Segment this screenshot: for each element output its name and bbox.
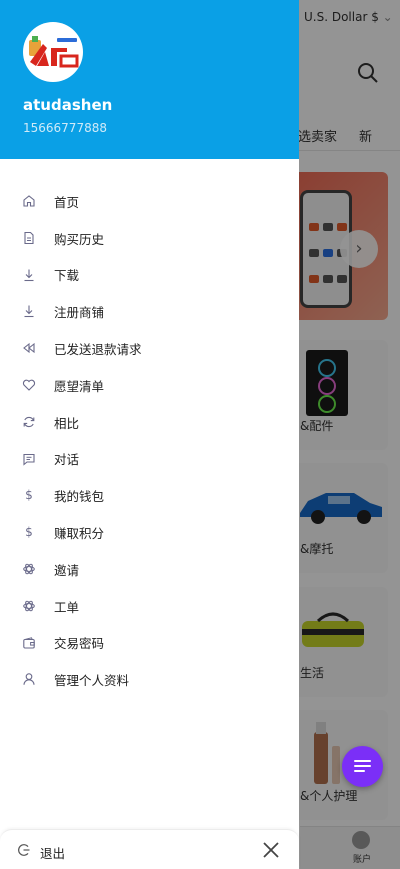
menu-item-label: 邀请 [54,562,80,578]
dollar-icon: $ [25,488,33,503]
menu-item-label: 购买历史 [54,231,105,247]
menu-item-tickets[interactable]: 工单 [0,588,299,625]
phone-number: 15666777888 [23,121,107,135]
home-icon [22,194,36,208]
menu-item-purchase-history[interactable]: 购买历史 [0,220,299,257]
menu-item-home[interactable]: 首页 [0,183,299,220]
menu-item-transaction-password[interactable]: 交易密码 [0,625,299,662]
menu-item-wallet[interactable]: $ 我的钱包 [0,477,299,514]
menu-item-label: 赚取积分 [54,526,105,542]
drawer-footer: 退出 [0,829,299,869]
store-logo [23,22,83,82]
menu-item-downloads[interactable]: 下载 [0,257,299,294]
download-icon [22,304,36,318]
chat-icon [22,452,36,466]
menu-item-label: 愿望清单 [54,378,105,394]
logout-button[interactable]: 退出 [40,843,65,862]
drawer-menu: 首页 购买历史 下载 注册商铺 已发送退款请求 愿望清单 相比 对话 $ 我的钱… [0,183,299,698]
menu-item-wishlist[interactable]: 愿望清单 [0,367,299,404]
openai-icon [22,599,36,613]
rewind-icon [22,341,36,355]
wallet-icon [22,636,36,650]
menu-item-compare[interactable]: 相比 [0,404,299,441]
menu-item-invite[interactable]: 邀请 [0,551,299,588]
heart-icon [22,378,36,392]
menu-item-label: 工单 [54,599,80,615]
logout-icon[interactable] [17,843,31,857]
username: atudashen [23,96,113,114]
menu-item-label: 管理个人资料 [54,673,130,689]
menu-item-earn-points[interactable]: $ 赚取积分 [0,514,299,551]
openai-icon [22,562,36,576]
refresh-icon [22,415,36,429]
menu-item-label: 已发送退款请求 [54,342,142,358]
side-drawer: atudashen 15666777888 首页 购买历史 下载 注册商铺 已发… [0,0,299,869]
drawer-header: atudashen 15666777888 [0,0,299,159]
menu-fab-button[interactable] [342,746,383,787]
menu-item-label: 交易密码 [54,636,105,652]
menu-item-label: 相比 [54,415,80,431]
user-icon [22,672,36,686]
menu-item-label: 对话 [54,452,80,468]
dollar-icon: $ [25,525,33,540]
document-icon [22,231,36,245]
download-icon [22,268,36,282]
menu-item-refund-requests[interactable]: 已发送退款请求 [0,330,299,367]
menu-item-label: 我的钱包 [54,489,105,505]
menu-item-label: 下载 [54,268,80,284]
menu-item-conversations[interactable]: 对话 [0,441,299,478]
menu-item-manage-profile[interactable]: 管理个人资料 [0,661,299,698]
close-icon[interactable] [261,840,281,860]
menu-item-register-shop[interactable]: 注册商铺 [0,293,299,330]
menu-item-label: 注册商铺 [54,305,105,321]
menu-item-label: 首页 [54,194,80,210]
